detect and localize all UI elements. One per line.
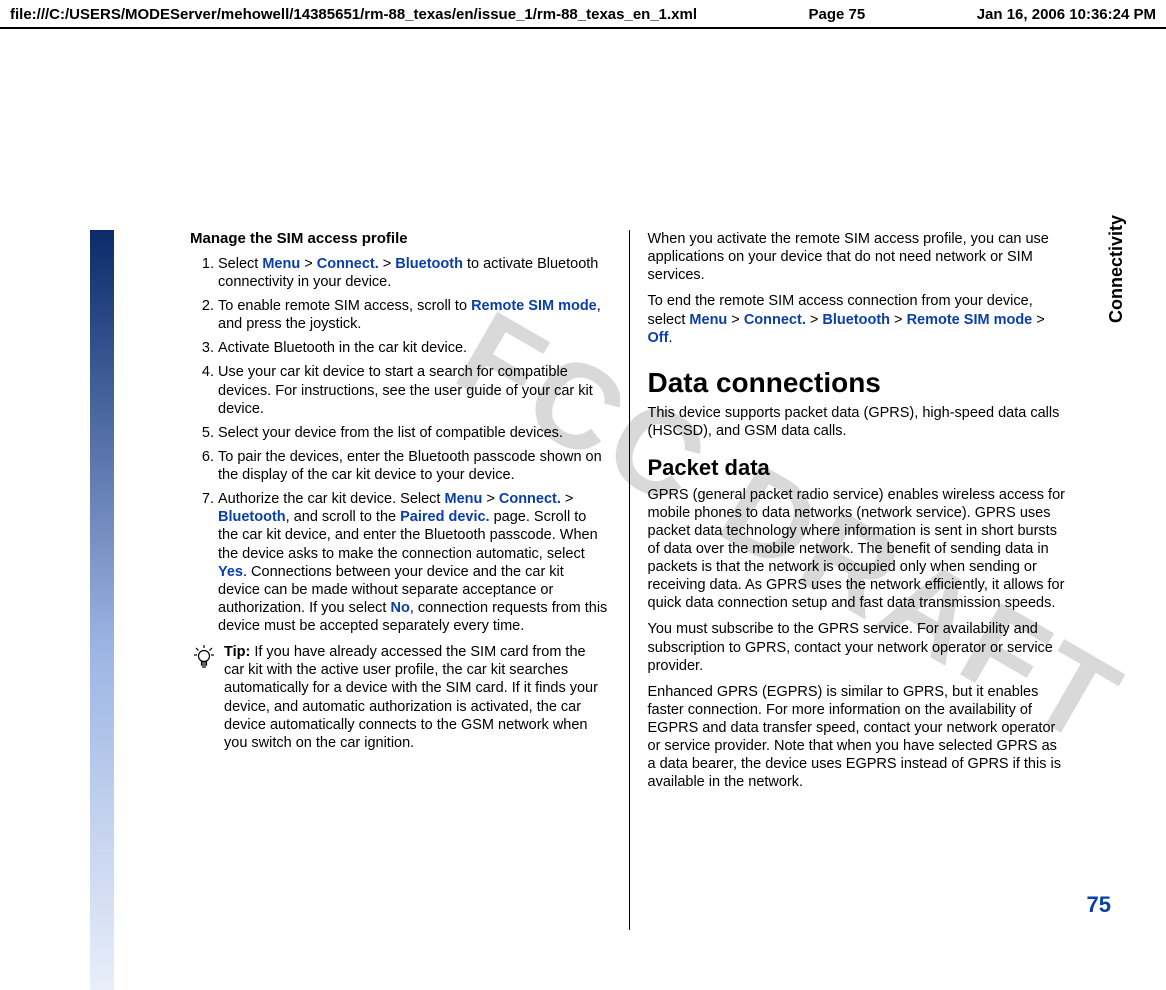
list-item: Select Menu > Connect. > Bluetooth to ac… bbox=[218, 255, 609, 291]
step-text: Select bbox=[218, 256, 262, 272]
print-header: file:///C:/USERS/MODEServer/mehowell/143… bbox=[0, 0, 1166, 29]
menu-path: Remote SIM mode bbox=[907, 312, 1033, 328]
content: Connectivity Manage the SIM access profi… bbox=[0, 80, 1166, 958]
step-text: Authorize the car kit device. Select bbox=[218, 491, 444, 507]
menu-path: Remote SIM mode bbox=[471, 298, 597, 314]
menu-path: Menu bbox=[262, 256, 300, 272]
paragraph: You must subscribe to the GPRS service. … bbox=[648, 620, 1067, 674]
paragraph: GPRS (general packet radio service) enab… bbox=[648, 486, 1067, 613]
menu-path: Bluetooth bbox=[218, 509, 286, 525]
sep: > bbox=[561, 491, 574, 507]
step-text: To pair the devices, enter the Bluetooth… bbox=[218, 449, 602, 483]
list-item: Authorize the car kit device. Select Men… bbox=[218, 490, 609, 635]
menu-path: Bluetooth bbox=[395, 256, 463, 272]
menu-path: Connect. bbox=[317, 256, 379, 272]
manage-sim-heading: Manage the SIM access profile bbox=[190, 230, 609, 249]
step-text: Activate Bluetooth in the car kit device… bbox=[218, 340, 467, 356]
text: . bbox=[668, 330, 672, 346]
right-column: When you activate the remote SIM access … bbox=[629, 230, 1067, 930]
sep: > bbox=[806, 312, 823, 328]
header-page: Page 75 bbox=[809, 6, 866, 23]
sep: > bbox=[482, 491, 499, 507]
menu-path: No bbox=[391, 600, 410, 616]
menu-path: Connect. bbox=[499, 491, 561, 507]
tip-text: Tip: If you have already accessed the SI… bbox=[224, 643, 609, 752]
tip-label: Tip: bbox=[224, 644, 254, 660]
steps-list: Select Menu > Connect. > Bluetooth to ac… bbox=[190, 255, 609, 635]
menu-path: Off bbox=[648, 330, 669, 346]
menu-path: Yes bbox=[218, 564, 243, 580]
list-item: Activate Bluetooth in the car kit device… bbox=[218, 339, 609, 357]
header-file-path: file:///C:/USERS/MODEServer/mehowell/143… bbox=[10, 6, 697, 23]
data-connections-heading: Data connections bbox=[648, 365, 1067, 400]
paragraph: This device supports packet data (GPRS),… bbox=[648, 404, 1067, 440]
menu-path: Menu bbox=[689, 312, 727, 328]
step-text: , and scroll to the bbox=[286, 509, 400, 525]
tip-body: If you have already accessed the SIM car… bbox=[224, 644, 598, 751]
header-timestamp: Jan 16, 2006 10:36:24 PM bbox=[977, 6, 1156, 23]
page: file:///C:/USERS/MODEServer/mehowell/143… bbox=[0, 0, 1166, 958]
sep: > bbox=[890, 312, 907, 328]
menu-path: Paired devic. bbox=[400, 509, 489, 525]
list-item: To pair the devices, enter the Bluetooth… bbox=[218, 448, 609, 484]
lightbulb-icon bbox=[194, 645, 214, 669]
sep: > bbox=[300, 256, 317, 272]
step-text: Use your car kit device to start a searc… bbox=[218, 364, 593, 416]
menu-path: Bluetooth bbox=[822, 312, 890, 328]
tip-block: Tip: If you have already accessed the SI… bbox=[190, 643, 609, 752]
step-text: To enable remote SIM access, scroll to bbox=[218, 298, 471, 314]
list-item: Use your car kit device to start a searc… bbox=[218, 363, 609, 417]
menu-path: Menu bbox=[444, 491, 482, 507]
step-text: Select your device from the list of comp… bbox=[218, 425, 563, 441]
sep: > bbox=[379, 256, 396, 272]
menu-path: Connect. bbox=[744, 312, 806, 328]
paragraph: When you activate the remote SIM access … bbox=[648, 230, 1067, 284]
paragraph: Enhanced GPRS (EGPRS) is similar to GPRS… bbox=[648, 683, 1067, 792]
list-item: Select your device from the list of comp… bbox=[218, 424, 609, 442]
left-column: Manage the SIM access profile Select Men… bbox=[190, 230, 609, 930]
sep: > bbox=[1032, 312, 1045, 328]
columns: Manage the SIM access profile Select Men… bbox=[0, 80, 1166, 930]
paragraph: To end the remote SIM access connection … bbox=[648, 292, 1067, 346]
sep: > bbox=[727, 312, 744, 328]
packet-data-heading: Packet data bbox=[648, 454, 1067, 482]
list-item: To enable remote SIM access, scroll to R… bbox=[218, 297, 609, 333]
